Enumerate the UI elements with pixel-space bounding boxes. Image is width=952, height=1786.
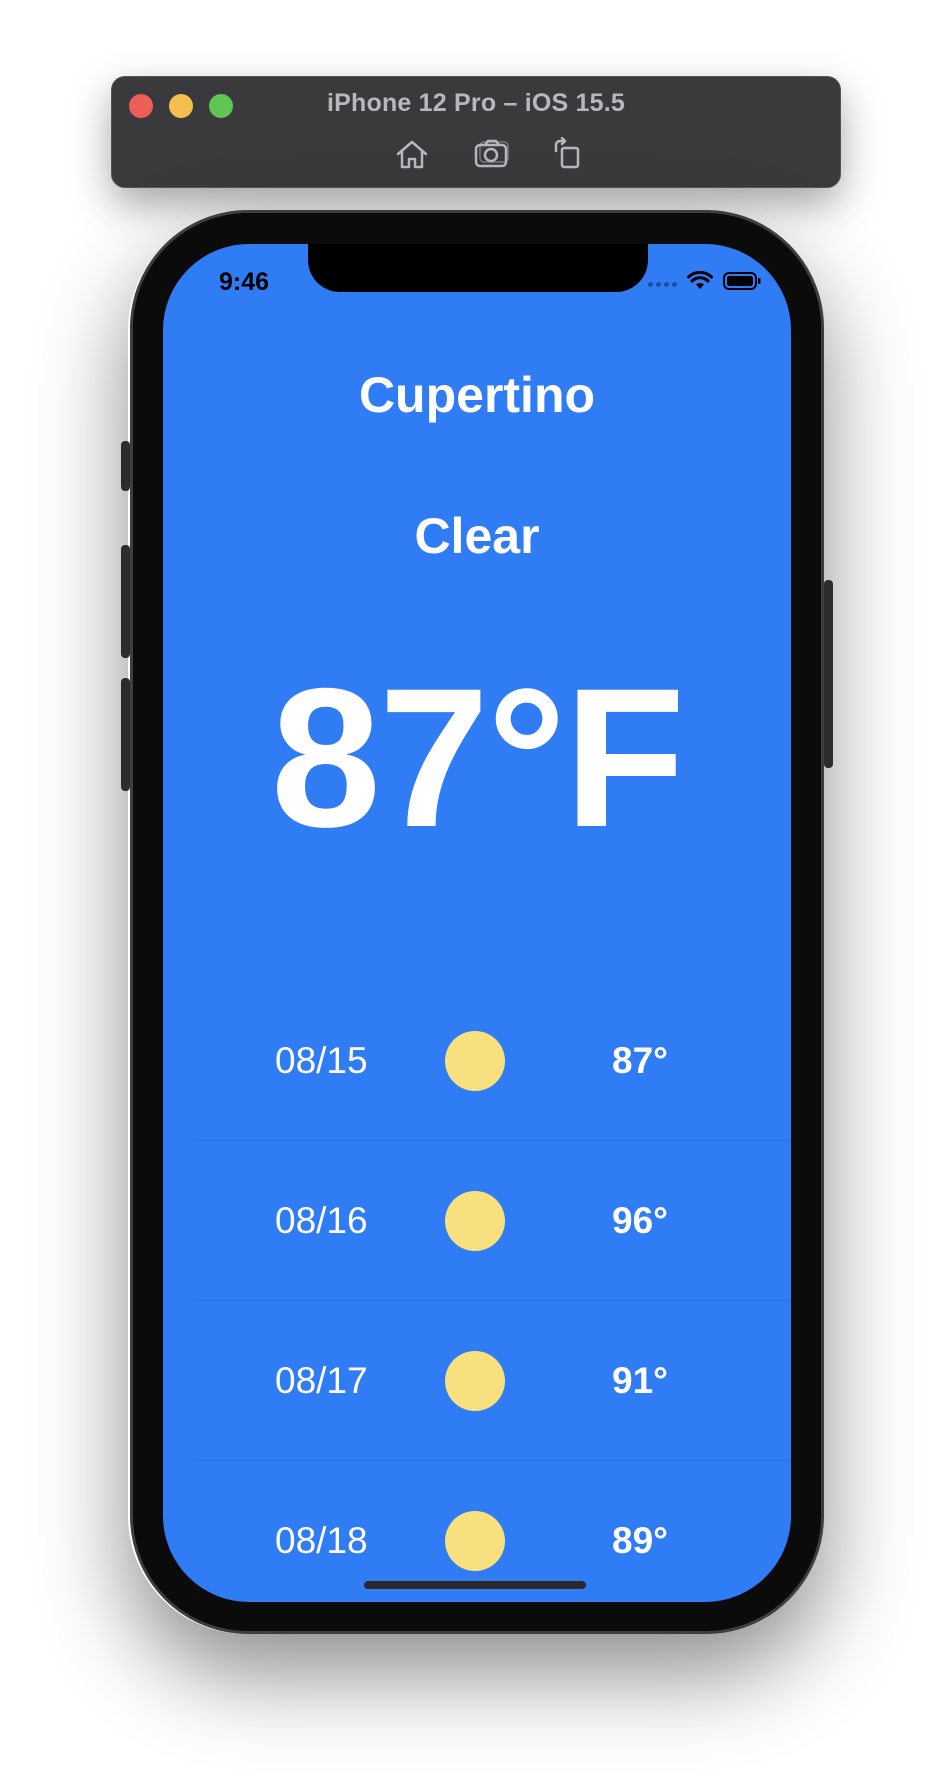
notch bbox=[308, 244, 648, 292]
simulator-toolbar: iPhone 12 Pro – iOS 15.5 bbox=[111, 76, 841, 188]
forecast-date: 08/18 bbox=[275, 1520, 368, 1561]
silent-switch bbox=[121, 441, 130, 491]
window-title: iPhone 12 Pro – iOS 15.5 bbox=[327, 89, 625, 117]
forecast-date: 08/15 bbox=[275, 1040, 368, 1081]
current-temperature: 87°F bbox=[270, 647, 685, 868]
volume-up-button bbox=[121, 545, 130, 658]
forecast-row: 08/17 91° bbox=[195, 1301, 791, 1461]
rotate-icon[interactable] bbox=[550, 136, 588, 171]
forecast-date: 08/16 bbox=[275, 1200, 368, 1241]
sun-icon bbox=[445, 1511, 505, 1571]
weather-condition: Clear bbox=[414, 508, 540, 564]
forecast-temp: 96° bbox=[612, 1200, 668, 1241]
app-screen: 9:46 Cupertino Clear 87°F 08/15 87° 08/1… bbox=[163, 244, 791, 1602]
forecast-row: 08/15 87° bbox=[195, 981, 791, 1141]
forecast-temp: 87° bbox=[612, 1040, 668, 1081]
sun-icon bbox=[445, 1351, 505, 1411]
forecast-row: 08/16 96° bbox=[195, 1141, 791, 1301]
forecast-date: 08/17 bbox=[275, 1360, 368, 1401]
status-time: 9:46 bbox=[219, 268, 270, 296]
home-indicator[interactable] bbox=[364, 1581, 586, 1589]
wifi-icon bbox=[687, 271, 713, 289]
battery-icon bbox=[723, 272, 761, 290]
sun-icon bbox=[445, 1191, 505, 1251]
volume-down-button bbox=[121, 678, 130, 791]
home-icon[interactable] bbox=[393, 137, 431, 171]
screenshot-icon[interactable] bbox=[473, 137, 511, 171]
signal-icon bbox=[648, 281, 677, 287]
forecast-list[interactable]: 08/15 87° 08/16 96° 08/17 91° 08/18 89° bbox=[195, 981, 791, 1602]
forecast-temp: 91° bbox=[612, 1360, 668, 1401]
sun-icon bbox=[445, 1031, 505, 1091]
status-icons bbox=[648, 270, 761, 292]
city-name: Cupertino bbox=[358, 367, 596, 423]
side-power-button bbox=[824, 580, 833, 768]
forecast-temp: 89° bbox=[612, 1520, 668, 1561]
